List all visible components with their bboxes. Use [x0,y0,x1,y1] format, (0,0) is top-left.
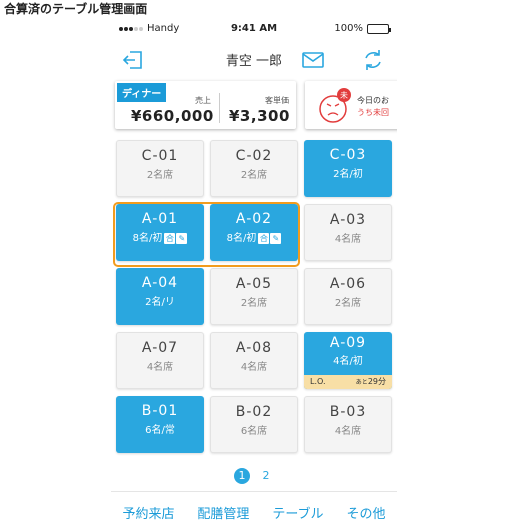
table-status: 2名/リ [145,297,175,308]
nav-bar: 青空 一郎 [111,40,397,80]
status-bar: Handy 9:41 AM 100% [111,18,397,40]
battery-info: 100% [334,23,391,34]
table-cell-b-03[interactable]: B-03 4名席 [304,396,392,453]
table-name: C-03 [329,147,367,163]
table-name: C-01 [141,148,179,164]
table-status: 2名/初 [333,169,363,180]
last-order-remaining: あと29分 [355,377,386,386]
battery-percent: 100% [334,23,363,34]
last-order-bar: L.O. あと29分 [304,375,392,389]
table-status: 4名席 [334,426,362,437]
table-name: B-01 [141,403,179,419]
tab-2[interactable]: テーブル [272,503,323,522]
table-name: A-07 [141,340,179,356]
table-name: B-02 [235,404,273,420]
table-cell-c-02[interactable]: C-02 2名席 [210,140,298,197]
average-label: 客単価 [265,96,289,105]
screen-caption: 合算済のテーブル管理画面 [4,2,148,16]
pagination: 12 [111,468,397,484]
table-cell-c-01[interactable]: C-01 2名席 [116,140,204,197]
review-card[interactable]: 未 今日のお うち未回 [305,81,397,129]
info-bar: ディナー 売上 ¥660,000 客単価 ¥3,300 未 今日のお うち未回 [115,81,397,129]
tab-1[interactable]: 配膳管理 [197,503,249,522]
merged-tables-outline [113,202,300,267]
last-order-label: L.O. [310,377,326,386]
table-name: A-04 [141,275,179,291]
tab-bar: 予約来店 配膳管理 テーブル その他 [111,491,397,532]
review-sub: うち未回 [357,108,389,117]
meal-period-badge: ディナー [117,83,167,102]
sales-card[interactable]: ディナー 売上 ¥660,000 客単価 ¥3,300 [115,81,296,129]
table-status: 2名席 [240,170,268,181]
sales-value: ¥660,000 [131,107,214,125]
phone-screen: Handy 9:41 AM 100% 青空 一郎 ディナー 売上 ¥660,00… [111,18,397,532]
table-status: 4名席 [240,362,268,373]
page-1-button[interactable]: 1 [234,468,250,484]
refresh-icon[interactable] [361,48,385,72]
table-status: 4名席 [334,234,362,245]
unread-badge: 未 [340,90,348,100]
review-label: 今日のお [357,96,389,105]
table-name: A-09 [329,335,367,351]
table-cell-a-03[interactable]: A-03 4名席 [304,204,392,261]
table-name: A-08 [235,340,273,356]
table-status: 6名席 [240,426,268,437]
table-name: B-03 [329,404,367,420]
table-status: 2名席 [334,298,362,309]
table-status: 4名/初 [333,356,363,367]
table-name: A-06 [329,276,367,292]
table-name: A-05 [235,276,273,292]
table-cell-b-02[interactable]: B-02 6名席 [210,396,298,453]
average-value: ¥3,300 [229,107,290,125]
mail-icon[interactable] [301,48,325,72]
table-cell-a-07[interactable]: A-07 4名席 [116,332,204,389]
table-name: A-03 [329,212,367,228]
table-cell-a-06[interactable]: A-06 2名席 [304,268,392,325]
battery-icon [367,23,391,34]
table-cell-c-03[interactable]: C-03 2名/初 [304,140,392,197]
sales-divider [219,93,220,123]
table-status: 2名席 [146,170,174,181]
table-cell-a-08[interactable]: A-08 4名席 [210,332,298,389]
table-cell-a-09[interactable]: A-09 4名/初 L.O. あと29分 [304,332,392,389]
sales-label: 売上 [195,96,211,105]
sad-face-icon: 未 [319,88,351,123]
table-status: 4名席 [146,362,174,373]
table-status: 6名/常 [145,425,175,436]
table-cell-a-04[interactable]: A-04 2名/リ [116,268,204,325]
tab-3[interactable]: その他 [346,503,385,522]
table-status: 2名席 [240,298,268,309]
table-cell-b-01[interactable]: B-01 6名/常 [116,396,204,453]
page-2-button[interactable]: 2 [258,468,274,484]
user-name-title: 青空 一郎 [225,54,283,69]
table-name: C-02 [235,148,273,164]
tab-0[interactable]: 予約来店 [122,503,174,522]
table-cell-a-05[interactable]: A-05 2名席 [210,268,298,325]
